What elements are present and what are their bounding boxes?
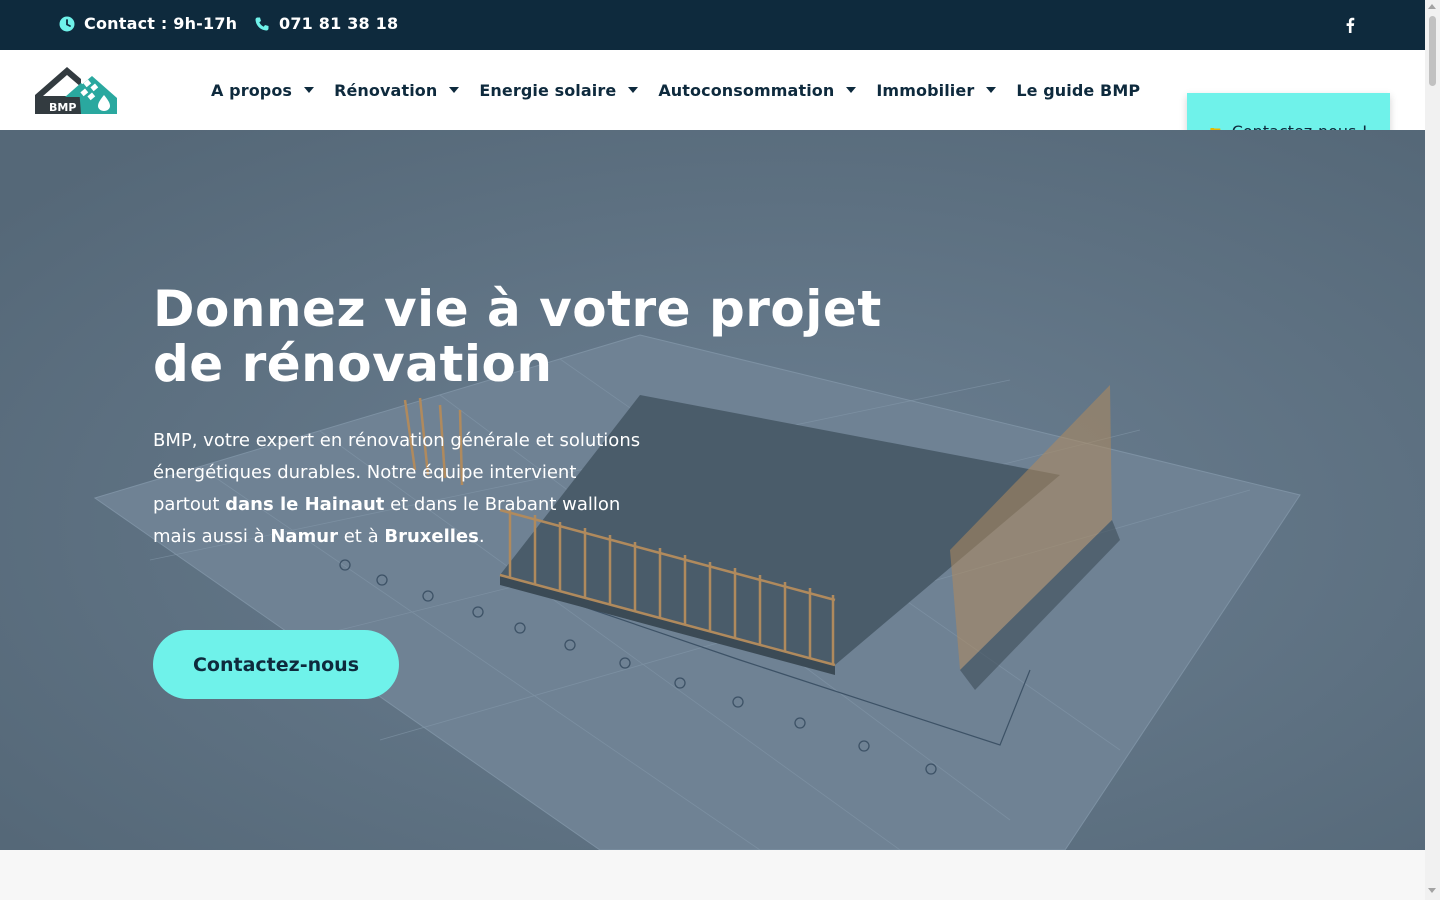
bmp-logo[interactable]: BMP (35, 67, 117, 114)
phone-link[interactable]: 071 81 38 18 (254, 14, 398, 33)
nav-item-le-guide-bmp[interactable]: Le guide BMP (1016, 81, 1140, 100)
caret-down-icon (846, 87, 857, 93)
nav-label[interactable]: Rénovation (334, 81, 437, 100)
clock-icon (59, 16, 75, 31)
nav-label[interactable]: Autoconsommation (658, 81, 834, 100)
hero-description: BMP, votre expert en rénovation générale… (153, 425, 643, 553)
hero-text-part: . (478, 526, 485, 547)
main-nav: A propos Rénovation Energie solaire Auto… (211, 50, 1160, 130)
nav-label[interactable]: A propos (211, 81, 292, 100)
facebook-icon[interactable] (1345, 17, 1355, 33)
phone-icon (255, 17, 269, 30)
scroll-up-arrow-icon[interactable] (1428, 4, 1436, 9)
nav-label[interactable]: Le guide BMP (1016, 81, 1140, 100)
nav-item-energie-solaire[interactable]: Energie solaire (479, 81, 639, 100)
hero-text-bold: dans le Hainaut (225, 494, 385, 515)
next-section (0, 850, 1425, 900)
nav-item-immobilier[interactable]: Immobilier (876, 81, 997, 100)
hero-title: Donnez vie à votre projet de rénovation (153, 280, 882, 393)
caret-down-icon (304, 87, 315, 93)
nav-item-renovation[interactable]: Rénovation (334, 81, 460, 100)
phone-number[interactable]: 071 81 38 18 (279, 14, 398, 33)
caret-down-icon (986, 87, 997, 93)
page-scrollbar[interactable] (1425, 0, 1440, 900)
contact-hours: Contact : 9h-17h (59, 14, 237, 33)
nav-label[interactable]: Energie solaire (479, 81, 616, 100)
hero-section: Donnez vie à votre projet de rénovation … (0, 130, 1425, 850)
scrollbar-thumb[interactable] (1429, 16, 1436, 86)
hero-text-part: et à (338, 526, 385, 547)
scroll-down-arrow-icon[interactable] (1428, 888, 1436, 893)
nav-item-a-propos[interactable]: A propos (211, 81, 315, 100)
caret-down-icon (449, 87, 460, 93)
hero-contact-label[interactable]: Contactez-nous (193, 654, 359, 676)
top-bar: Contact : 9h-17h 071 81 38 18 (0, 0, 1425, 50)
main-header: BMP A propos Rénovation Energie solaire … (0, 50, 1425, 176)
logo-text: BMP (49, 101, 76, 114)
nav-label[interactable]: Immobilier (876, 81, 974, 100)
caret-down-icon (628, 87, 639, 93)
nav-item-autoconsommation[interactable]: Autoconsommation (658, 81, 857, 100)
hero-text-bold: Bruxelles (384, 526, 479, 547)
hero-text-bold: Namur (270, 526, 339, 547)
contact-hours-text: Contact : 9h-17h (84, 14, 238, 33)
hero-contact-button[interactable]: Contactez-nous (153, 630, 399, 699)
